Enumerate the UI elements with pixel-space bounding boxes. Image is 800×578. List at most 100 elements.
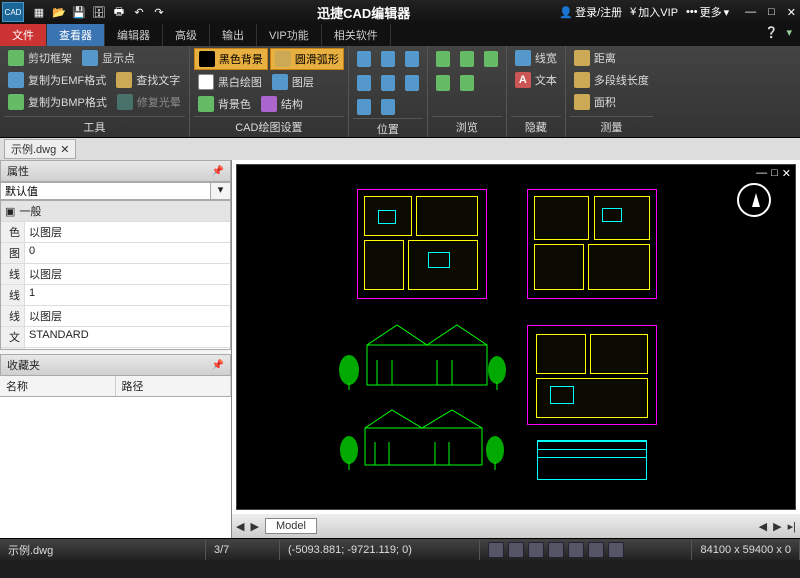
ribbon-measure-label: 测量 bbox=[570, 116, 653, 137]
tab-advanced[interactable]: 高级 bbox=[163, 24, 210, 46]
save-icon[interactable]: 💾 bbox=[70, 3, 88, 21]
otrack-icon[interactable] bbox=[588, 542, 604, 558]
last-page-button[interactable] bbox=[432, 72, 454, 94]
grid-icon[interactable] bbox=[508, 542, 524, 558]
bg-color-button[interactable]: 背景色 bbox=[194, 94, 255, 114]
pin-icon[interactable]: 📌 bbox=[212, 166, 224, 177]
save-all-icon[interactable]: 🗄 bbox=[90, 3, 108, 21]
prop-row[interactable]: 线以图层 bbox=[1, 263, 230, 284]
login-button[interactable]: 👤 登录/注册 bbox=[559, 4, 622, 20]
model-tab[interactable]: Model bbox=[265, 518, 317, 534]
tab-editor[interactable]: 编辑器 bbox=[105, 24, 163, 46]
new-icon[interactable]: ▦ bbox=[30, 3, 48, 21]
minimize-button[interactable]: — bbox=[745, 6, 756, 19]
rotate-right-button[interactable] bbox=[377, 96, 399, 118]
copy-bmp-button[interactable]: 复制为BMP格式 bbox=[4, 92, 111, 112]
ribbon-position: 位置 bbox=[349, 46, 428, 137]
rotate-left-button[interactable] bbox=[353, 96, 375, 118]
lwt-icon[interactable] bbox=[608, 542, 624, 558]
props-title: 属性 bbox=[7, 163, 29, 179]
doc-tab[interactable]: 示例.dwg ✕ bbox=[4, 139, 76, 159]
black-bg-button[interactable]: 黑色背景 bbox=[194, 48, 268, 70]
favorites-body[interactable] bbox=[0, 397, 231, 538]
quick-access: ▦ 📂 💾 🗄 🖶 ↶ ↷ bbox=[30, 3, 168, 21]
vip-button[interactable]: ¥ 加入VIP bbox=[630, 4, 678, 20]
help-icon[interactable]: ❔ bbox=[765, 26, 779, 44]
tab-viewer[interactable]: 查看器 bbox=[47, 24, 105, 46]
zoom-window-button[interactable] bbox=[377, 48, 399, 70]
fix-blur-button[interactable]: 修复光晕 bbox=[113, 92, 185, 112]
snap-icon[interactable] bbox=[488, 542, 504, 558]
model-next-icon[interactable]: ▶ bbox=[250, 520, 258, 533]
app-title: 迅捷CAD编辑器 bbox=[168, 3, 559, 22]
smooth-arc-button[interactable]: 圆滑弧形 bbox=[270, 48, 344, 70]
undo-icon[interactable]: ↶ bbox=[130, 3, 148, 21]
close-button[interactable]: ✕ bbox=[787, 6, 796, 19]
floorplan-2 bbox=[527, 189, 657, 299]
zoom-out-button[interactable] bbox=[377, 72, 399, 94]
find-text-button[interactable]: 查找文字 bbox=[112, 70, 184, 90]
vp-close-icon[interactable]: ✕ bbox=[782, 167, 791, 180]
goto-button[interactable] bbox=[456, 72, 478, 94]
tab-vip[interactable]: VIP功能 bbox=[257, 24, 322, 46]
maximize-button[interactable]: □ bbox=[768, 6, 775, 19]
status-page: 3/7 bbox=[206, 539, 280, 560]
zoom-in-button[interactable] bbox=[353, 72, 375, 94]
ortho-icon[interactable] bbox=[528, 542, 544, 558]
polar-icon[interactable] bbox=[548, 542, 564, 558]
fav-col-name[interactable]: 名称 bbox=[0, 376, 116, 396]
linewidth-button[interactable]: 线宽 bbox=[511, 48, 561, 68]
print-icon[interactable]: 🖶 bbox=[110, 3, 128, 21]
prev-page-button[interactable] bbox=[456, 48, 478, 70]
vp-minimize-icon[interactable]: — bbox=[756, 167, 767, 180]
model-prev-icon[interactable]: ◀ bbox=[236, 520, 244, 533]
open-icon[interactable]: 📂 bbox=[50, 3, 68, 21]
props-list[interactable]: ▣ 一般 色以图层图0线以图层线1线以图层文STANDARD字2.5 bbox=[0, 200, 231, 350]
scroll-end-icon[interactable]: ▸| bbox=[788, 520, 796, 533]
polyline-len-button[interactable]: 多段线长度 bbox=[570, 70, 653, 90]
vp-maximize-icon[interactable]: □ bbox=[771, 167, 778, 180]
scroll-right-icon[interactable]: ▶ bbox=[773, 520, 781, 533]
copy-emf-button[interactable]: 复制为EMF格式 bbox=[4, 70, 110, 90]
zoom-extents-button[interactable] bbox=[353, 48, 375, 70]
schedule-block bbox=[537, 440, 647, 480]
collapse-icon[interactable]: ▾ bbox=[786, 26, 792, 44]
tab-output[interactable]: 输出 bbox=[210, 24, 257, 46]
prop-row[interactable]: 线以图层 bbox=[1, 305, 230, 326]
prop-row[interactable]: 色以图层 bbox=[1, 221, 230, 242]
bw-draw-button[interactable]: 黑白绘图 bbox=[194, 72, 266, 92]
zoom-previous-button[interactable] bbox=[401, 48, 423, 70]
tab-related[interactable]: 相关软件 bbox=[322, 24, 391, 46]
props-dropdown-icon[interactable]: ▾ bbox=[210, 183, 230, 199]
doc-tab-close[interactable]: ✕ bbox=[60, 143, 69, 156]
first-page-button[interactable] bbox=[432, 48, 454, 70]
cut-frame-button[interactable]: 剪切框架 bbox=[4, 48, 76, 68]
props-default-input[interactable] bbox=[1, 183, 210, 199]
fav-pin-icon[interactable]: 📌 bbox=[212, 360, 224, 371]
ribbon-browse-label: 浏览 bbox=[432, 116, 502, 137]
redo-icon[interactable]: ↷ bbox=[150, 3, 168, 21]
osnap-icon[interactable] bbox=[568, 542, 584, 558]
text-button[interactable]: A文本 bbox=[511, 70, 561, 90]
more-button[interactable]: ••• 更多 ▾ bbox=[686, 4, 729, 20]
area-button[interactable]: 面积 bbox=[570, 92, 620, 112]
prop-row[interactable]: 文STANDARD bbox=[1, 326, 230, 347]
side-panel: 属性 📌 ▾ ▣ 一般 色以图层图0线以图层线1线以图层文STANDARD字2.… bbox=[0, 160, 232, 538]
fav-col-path[interactable]: 路径 bbox=[116, 376, 232, 396]
viewport[interactable]: — □ ✕ bbox=[236, 164, 796, 510]
props-category-general[interactable]: ▣ 一般 bbox=[1, 201, 230, 221]
prop-row[interactable]: 字2.5 bbox=[1, 347, 230, 350]
favorites-header: 收藏夹 📌 bbox=[0, 354, 231, 376]
prop-row[interactable]: 线1 bbox=[1, 284, 230, 305]
prop-row[interactable]: 图0 bbox=[1, 242, 230, 263]
pan-button[interactable] bbox=[401, 72, 423, 94]
ribbon-browse: 浏览 bbox=[428, 46, 507, 137]
structure-button[interactable]: 结构 bbox=[257, 94, 307, 114]
distance-button[interactable]: 距离 bbox=[570, 48, 620, 68]
next-page-button[interactable] bbox=[480, 48, 502, 70]
show-point-button[interactable]: 显示点 bbox=[78, 48, 139, 68]
scroll-left-icon[interactable]: ◀ bbox=[759, 520, 767, 533]
tab-file[interactable]: 文件 bbox=[0, 24, 47, 46]
layer-button[interactable]: 图层 bbox=[268, 72, 318, 92]
props-selector[interactable]: ▾ bbox=[0, 182, 231, 200]
